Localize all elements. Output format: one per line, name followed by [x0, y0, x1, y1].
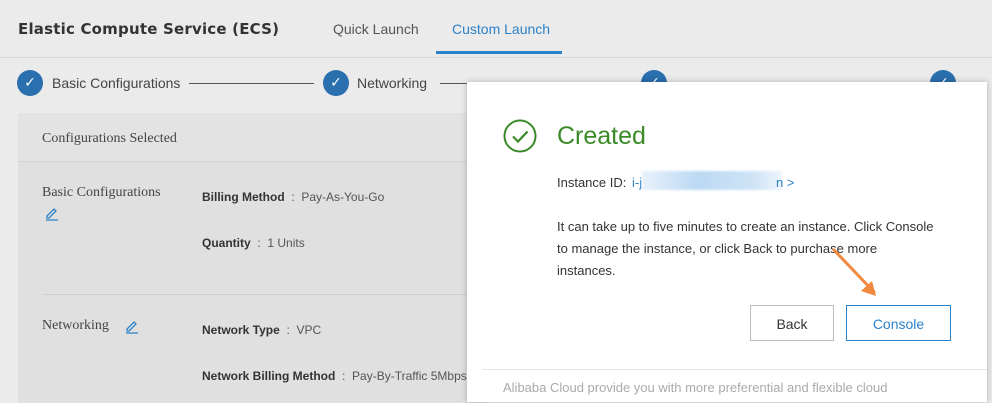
step-networking-label[interactable]: Networking	[357, 75, 427, 91]
tab-custom-launch[interactable]: Custom Launch	[452, 21, 550, 37]
instance-id-label: Instance ID:	[557, 175, 627, 190]
kv-separator: :	[338, 369, 349, 383]
app-title: Elastic Compute Service (ECS)	[18, 20, 280, 38]
console-button[interactable]: Console	[846, 305, 951, 341]
billing-method-value: Pay-As-You-Go	[301, 190, 385, 204]
edit-icon[interactable]	[44, 205, 60, 221]
network-type-row: Network Type : VPC	[202, 323, 321, 337]
quantity-row: Quantity : 1 Units	[202, 236, 305, 250]
instance-id-link-arrow[interactable]: n >	[776, 175, 794, 190]
dialog-footer-text: Alibaba Cloud provide you with more pref…	[503, 380, 888, 395]
kv-separator: :	[283, 323, 294, 337]
redacted-instance-id	[642, 171, 782, 190]
active-tab-indicator	[436, 51, 562, 54]
instance-id-link[interactable]: i-j	[632, 175, 642, 190]
network-billing-row: Network Billing Method : Pay-By-Traffic …	[202, 369, 467, 383]
step-basic-label[interactable]: Basic Configurations	[52, 75, 180, 91]
dialog-divider	[482, 369, 987, 370]
dialog-title: Created	[557, 122, 646, 150]
tab-quick-launch[interactable]: Quick Launch	[333, 21, 419, 37]
annotation-arrow-icon	[832, 248, 876, 296]
success-check-icon	[503, 119, 537, 153]
step-basic-check-icon: ✓	[17, 70, 43, 96]
network-type-key: Network Type	[202, 323, 280, 337]
edit-icon[interactable]	[124, 318, 140, 334]
back-button[interactable]: Back	[750, 305, 834, 341]
quantity-key: Quantity	[202, 236, 251, 250]
network-billing-value: Pay-By-Traffic 5Mbps	[352, 369, 467, 383]
network-billing-key: Network Billing Method	[202, 369, 336, 383]
billing-method-row: Billing Method : Pay-As-You-Go	[202, 190, 384, 204]
kv-separator: :	[288, 190, 299, 204]
panel-header-title: Configurations Selected	[42, 131, 177, 146]
step-connector	[189, 83, 314, 84]
section-title-networking: Networking	[42, 318, 109, 333]
quantity-value: 1 Units	[267, 236, 305, 250]
billing-method-key: Billing Method	[202, 190, 285, 204]
network-type-value: VPC	[296, 323, 322, 337]
section-title-basic: Basic Configurations	[42, 185, 161, 200]
step-networking-check-icon: ✓	[323, 70, 349, 96]
kv-separator: :	[254, 236, 265, 250]
step-connector	[440, 83, 470, 84]
section-divider	[42, 294, 482, 295]
